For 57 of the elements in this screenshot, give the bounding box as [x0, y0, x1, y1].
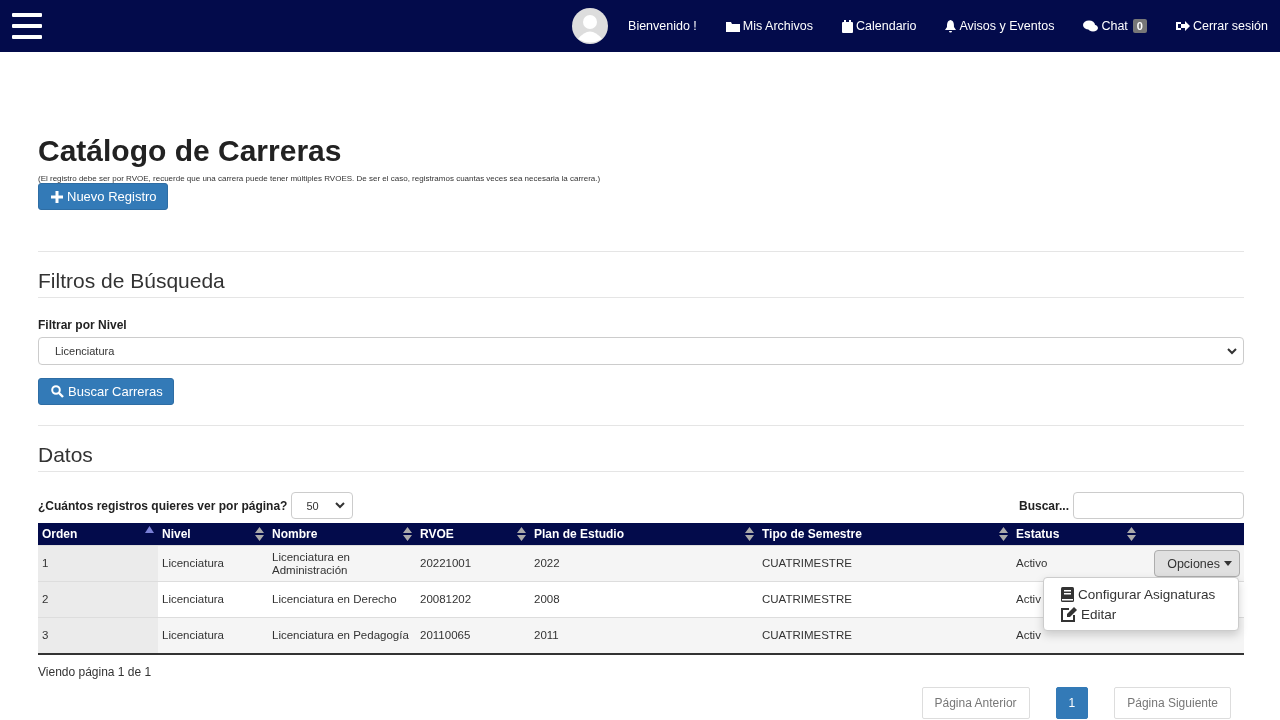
chat-icon [1083, 20, 1099, 32]
per-page-label: ¿Cuántos registros quieres ver por página? [38, 498, 288, 513]
bell-icon [945, 19, 957, 33]
avatar-icon[interactable] [572, 8, 609, 44]
table-cell: 20110065 [416, 617, 530, 654]
column-header[interactable]: Nombre [268, 523, 416, 546]
search-button[interactable]: Buscar Carreras [38, 378, 174, 405]
table-cell: Licenciatura en Pedagogía [268, 617, 416, 654]
pagination-button[interactable]: 1 [1055, 687, 1089, 719]
folder-icon [725, 20, 740, 32]
table-cell: 2022 [530, 545, 758, 582]
table-cell: 2 [38, 581, 158, 618]
table-cell: Licenciatura [158, 617, 268, 654]
table-cell: 20221001 [416, 545, 530, 582]
column-header[interactable]: Estatus [1012, 523, 1140, 546]
column-header[interactable]: Nivel [158, 523, 268, 546]
search-icon [51, 385, 64, 398]
search-label: Buscar... [1018, 498, 1069, 513]
level-select[interactable]: Licenciatura [38, 337, 1244, 365]
menu-icon[interactable] [12, 13, 42, 39]
field-label: Filtrar por Nivel [38, 318, 128, 332]
note-text: (El registro debe ser por RVOE, recuerde que una carrera puede tener múltiples RVOES. De ser el caso, registramos cuantas veces sea necesaria la carrera.) [38, 174, 602, 183]
plus-icon [51, 190, 63, 203]
column-header[interactable]: Orden [38, 523, 158, 546]
pagination-button[interactable]: Página Siguiente [1114, 687, 1231, 719]
column-header[interactable]: RVOE [416, 523, 530, 546]
section-heading: Datos [38, 443, 94, 467]
table-cell: CUATRIMESTRE [758, 545, 1012, 582]
calendar-icon [842, 19, 853, 33]
table-cell: 3 [38, 617, 158, 654]
page-info: Viendo página 1 de 1 [38, 665, 153, 679]
per-page-select[interactable]: 50 [291, 492, 354, 519]
table-cell: CUATRIMESTRE [758, 617, 1012, 654]
book-icon [1061, 587, 1074, 602]
nav-link[interactable]: Avisos y Eventos [945, 19, 1055, 33]
nav-link[interactable]: Bienvenido ! [628, 19, 697, 33]
logout-icon [1175, 20, 1190, 32]
options-button[interactable]: Opciones [1154, 550, 1240, 577]
table-cell: Licenciatura [158, 545, 268, 582]
column-header[interactable]: Plan de Estudio [530, 523, 758, 546]
table-cell: Licenciatura en Administración [268, 545, 416, 582]
caret-icon [1224, 561, 1232, 566]
table-cell: 1 [38, 545, 158, 582]
pagination-button[interactable]: Página Anterior [921, 687, 1030, 719]
table-cell: 2011 [530, 617, 758, 654]
nav-link[interactable]: Mis Archivos [725, 19, 813, 33]
search-field[interactable] [1073, 492, 1244, 519]
chevron-down-icon [335, 502, 346, 509]
section-heading: Filtros de Búsqueda [38, 269, 226, 293]
new-record-button[interactable]: Nuevo Registro [38, 183, 168, 210]
nav-link[interactable]: Chat 0 [1083, 19, 1147, 33]
nav-link[interactable]: Calendario [842, 19, 917, 33]
chevron-down-icon [1227, 347, 1237, 355]
edit-icon [1061, 607, 1077, 622]
nav-link[interactable]: Cerrar sesión [1175, 19, 1268, 33]
page-title: Catálogo de Carreras [38, 133, 343, 169]
column-header[interactable]: Tipo de Semestre [758, 523, 1012, 546]
